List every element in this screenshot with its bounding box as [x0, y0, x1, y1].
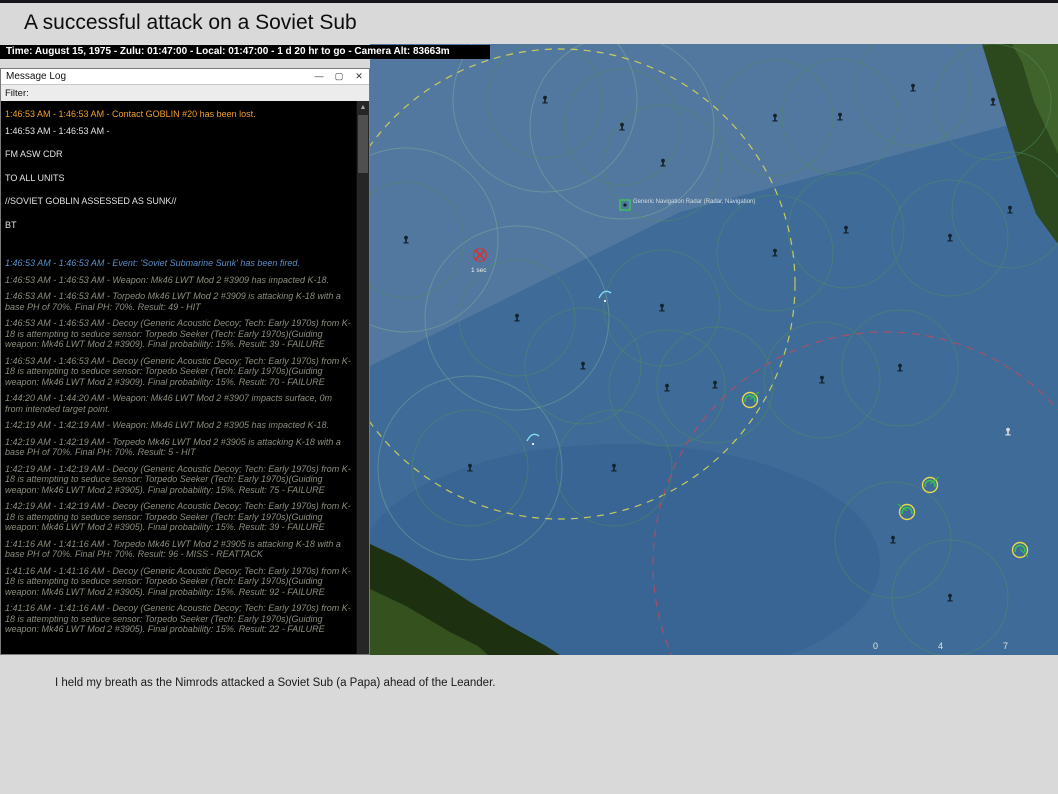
log-scrollbar[interactable]: ▲: [356, 101, 369, 654]
time-status-bar: Time: August 15, 1975 - Zulu: 01:47:00 -…: [0, 45, 490, 59]
log-message: 1:46:53 AM - 1:46:53 AM - Decoy (Generic…: [5, 318, 351, 349]
scale-tick-4: 4: [938, 641, 943, 651]
log-message: 1:42:19 AM - 1:42:19 AM - Decoy (Generic…: [5, 463, 351, 495]
filter-row: Filter:: [1, 85, 369, 102]
window-top-edge: [0, 0, 1058, 3]
page-title: A successful attack on a Soviet Sub: [24, 11, 357, 34]
log-message: 1:46:53 AM - 1:46:53 AM - Decoy (Generic…: [5, 355, 351, 387]
log-message: 1:42:19 AM - 1:42:19 AM - Weapon: Mk46 L…: [5, 420, 329, 430]
log-message: 1:46:53 AM - 1:46:53 AM - Weapon: Mk46 L…: [5, 274, 329, 285]
map-svg: Generic Navigation Radar (Radar, Navigat…: [370, 44, 1058, 655]
tactical-map[interactable]: Generic Navigation Radar (Radar, Navigat…: [370, 44, 1058, 655]
log-message: //SOVIET GOBLIN ASSESSED AS SUNK//: [5, 196, 177, 206]
message-log-title: Message Log: [6, 71, 67, 82]
log-message: 1:46:53 AM - 1:46:53 AM - Event: 'Soviet…: [5, 258, 300, 268]
filter-label: Filter:: [5, 87, 29, 99]
close-icon[interactable]: ✕: [349, 69, 369, 84]
scroll-thumb[interactable]: [358, 115, 368, 173]
message-log-list: 1:46:53 AM - 1:46:53 AM - Contact GOBLIN…: [1, 101, 356, 654]
message-log-window: Message Log — ▢ ✕ Filter: 1:46:53 AM - 1…: [0, 68, 370, 655]
maximize-icon[interactable]: ▢: [329, 69, 349, 84]
log-message: 1:42:19 AM - 1:42:19 AM - Decoy (Generic…: [5, 501, 351, 532]
log-message: TO ALL UNITS: [5, 172, 65, 183]
caption: I held my breath as the Nimrods attacked…: [55, 677, 496, 689]
contact-label: 1 sec: [471, 267, 487, 274]
scroll-up-icon[interactable]: ▲: [357, 101, 369, 114]
log-message: 1:46:53 AM - 1:46:53 AM -: [5, 125, 110, 136]
message-log-titlebar[interactable]: Message Log — ▢ ✕: [1, 69, 369, 85]
window-controls: — ▢ ✕: [309, 69, 369, 84]
log-message: 1:46:53 AM - 1:46:53 AM - Contact GOBLIN…: [5, 109, 256, 119]
log-message: 1:42:19 AM - 1:42:19 AM - Torpedo Mk46 L…: [5, 436, 341, 458]
log-message: 1:46:53 AM - 1:46:53 AM - Torpedo Mk46 L…: [5, 291, 341, 312]
log-message: 1:44:20 AM - 1:44:20 AM - Weapon: Mk46 L…: [5, 393, 332, 414]
log-message: FM ASW CDR: [5, 149, 63, 159]
log-message: 1:41:16 AM - 1:41:16 AM - Decoy (Generic…: [5, 603, 351, 634]
scale-tick-0: 0: [873, 641, 878, 651]
log-message: 1:41:16 AM - 1:41:16 AM - Torpedo Mk46 L…: [5, 538, 341, 560]
scale-tick-7: 7: [1003, 641, 1008, 651]
minimize-icon[interactable]: —: [309, 69, 329, 84]
radar-label: Generic Navigation Radar (Radar, Navigat…: [633, 199, 755, 205]
log-message: BT: [5, 219, 17, 230]
log-message: 1:41:16 AM - 1:41:16 AM - Decoy (Generic…: [5, 565, 351, 597]
